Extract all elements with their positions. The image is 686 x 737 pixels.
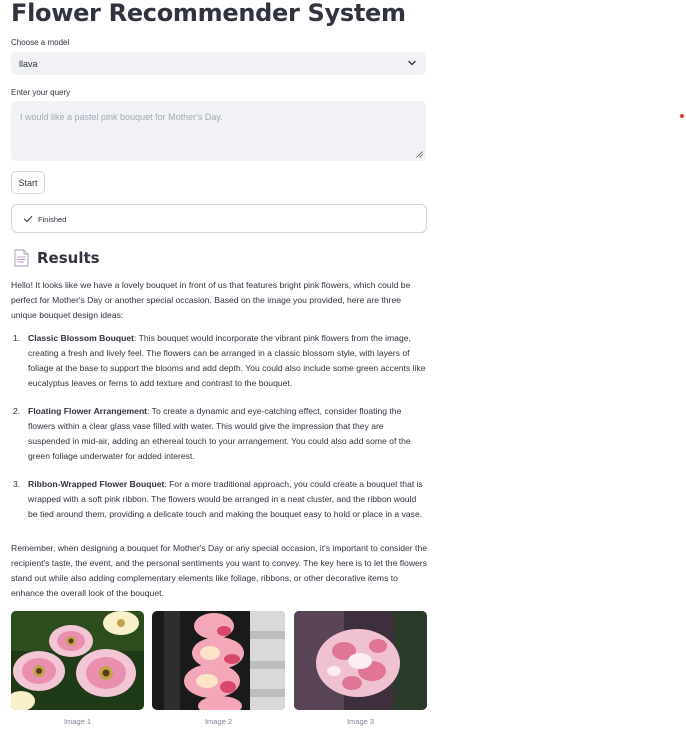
image-caption: Image 3: [346, 717, 375, 726]
results-title: Results: [37, 249, 100, 267]
status-text: Finished: [38, 215, 67, 224]
status-container: Finished: [11, 204, 427, 233]
model-select-value: llava: [19, 59, 38, 69]
flower-image-2[interactable]: [152, 611, 285, 710]
status-dot: [680, 114, 684, 118]
page-title: Flower Recommender System: [11, 0, 406, 27]
flower-image-3[interactable]: [294, 611, 427, 710]
idea-title: Classic Blossom Bouquet: [28, 333, 135, 343]
image-caption: Image 1: [63, 717, 92, 726]
resize-grip-icon[interactable]: [416, 151, 423, 158]
query-label: Enter your query: [11, 88, 71, 97]
model-select-label: Choose a model: [11, 38, 70, 47]
model-select[interactable]: llava: [11, 52, 426, 75]
list-item-number: 1.: [13, 333, 21, 343]
query-placeholder: I would like a pastel pink bouquet for M…: [20, 112, 223, 122]
results-header: Results: [14, 249, 100, 267]
document-icon: [14, 249, 29, 267]
chevron-down-icon: [408, 60, 416, 66]
image-caption: Image 2: [204, 717, 233, 726]
list-item: 2. Floating Flower Arrangement: To create…: [11, 404, 427, 464]
start-button[interactable]: Start: [11, 171, 45, 194]
results-outro: Remember, when designing a bouquet for M…: [11, 543, 427, 598]
results-intro: Hello! It looks like we have a lovely bo…: [11, 280, 411, 320]
list-item-number: 2.: [13, 406, 21, 416]
ideas-list: 1. Classic Blossom Bouquet: This bouquet …: [11, 331, 427, 535]
query-textarea[interactable]: I would like a pastel pink bouquet for M…: [11, 101, 426, 161]
image-gallery: Image 1 Image 2 Image 3: [11, 611, 427, 731]
list-item-number: 3.: [13, 479, 21, 489]
idea-title: Ribbon-Wrapped Flower Bouquet: [28, 479, 165, 489]
idea-title: Floating Flower Arrangement: [28, 406, 148, 416]
list-item: 3. Ribbon-Wrapped Flower Bouquet: For a m…: [11, 477, 427, 522]
flower-image-1[interactable]: [11, 611, 144, 710]
check-icon: [23, 215, 33, 223]
list-item: 1. Classic Blossom Bouquet: This bouquet …: [11, 331, 427, 391]
